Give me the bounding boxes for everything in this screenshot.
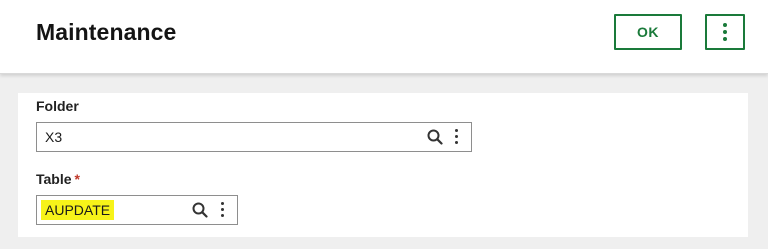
page-header: Maintenance OK	[0, 0, 768, 74]
page-title: Maintenance	[36, 19, 177, 45]
table-more-icon[interactable]	[221, 202, 224, 217]
table-field[interactable]: AUPDATE	[36, 195, 238, 225]
table-label-text: Table	[36, 171, 72, 187]
folder-field[interactable]: X3	[36, 122, 472, 152]
folder-label: Folder	[36, 98, 79, 114]
table-label: Table *	[36, 171, 80, 187]
required-asterisk: *	[74, 171, 80, 187]
search-icon[interactable]	[427, 129, 443, 145]
ok-button[interactable]: OK	[614, 14, 682, 50]
more-actions-button[interactable]	[705, 14, 745, 50]
folder-label-text: Folder	[36, 98, 79, 114]
table-field-highlighted-value: AUPDATE	[41, 200, 115, 220]
folder-field-value: X3	[45, 129, 63, 145]
more-vertical-icon	[723, 23, 727, 41]
search-icon[interactable]	[192, 202, 208, 218]
table-field-value: AUPDATE	[41, 200, 115, 220]
folder-more-icon[interactable]	[455, 129, 458, 144]
form-card: Folder X3 Table * AUPDATE	[18, 93, 748, 237]
